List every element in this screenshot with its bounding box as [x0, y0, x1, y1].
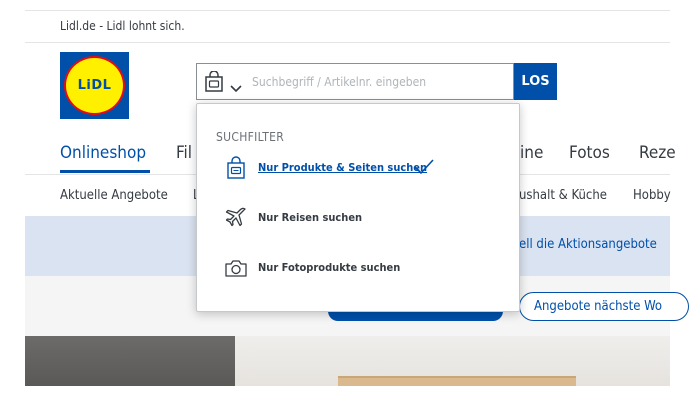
checkmark-icon	[414, 159, 434, 175]
filter-option-products[interactable]: Nur Produkte & Seiten suchen	[224, 156, 504, 182]
subnav-item-hobby[interactable]: Hobby	[633, 188, 671, 203]
subnav-item-haushalt-kueche[interactable]: ushalt & Küche	[519, 188, 607, 203]
header-tagline: Lidl.de - Lidl lohnt sich.	[60, 19, 185, 33]
nav-item-rezepte[interactable]: Reze	[639, 143, 676, 163]
camera-icon	[224, 256, 248, 280]
nav-item-online[interactable]: ine	[520, 143, 543, 163]
nav-item-onlineshop[interactable]: Onlineshop	[60, 143, 146, 163]
dropdown-title: SUCHFILTER	[216, 130, 285, 144]
shopping-bag-icon	[224, 156, 248, 180]
teaser-image-shelf	[338, 376, 576, 386]
filter-option-label: Nur Fotoprodukte suchen	[258, 261, 401, 274]
logo-text: LiDL	[77, 78, 112, 93]
search-bar	[196, 63, 514, 100]
lidl-logo[interactable]: LiDL	[60, 52, 129, 119]
filter-option-label: Nur Reisen suchen	[258, 211, 363, 224]
filter-option-travel[interactable]: Nur Reisen suchen	[224, 206, 504, 232]
top-divider	[25, 10, 670, 11]
nav-item-fotos[interactable]: Fotos	[569, 143, 610, 163]
search-filter-dropdown: SUCHFILTER Nur Produkte & Seiten suchen …	[196, 103, 520, 312]
search-submit-button[interactable]: LOS	[514, 63, 557, 100]
promo-banner-text[interactable]: ell die Aktionsangebote	[519, 237, 657, 252]
search-filter-bag-icon[interactable]	[204, 70, 224, 93]
nav-active-indicator	[60, 170, 150, 173]
airplane-icon	[224, 206, 248, 230]
search-input[interactable]	[252, 72, 502, 92]
nav-item-filialen[interactable]: Fil	[176, 143, 192, 163]
subnav-item-aktuelle-angebote[interactable]: Aktuelle Angebote	[60, 188, 168, 203]
chevron-down-icon[interactable]	[230, 78, 242, 93]
header-divider	[25, 42, 670, 43]
filter-option-label: Nur Produkte & Seiten suchen	[258, 161, 428, 174]
next-week-offers-button[interactable]: Angebote nächste Wo	[519, 292, 689, 321]
teaser-image-left[interactable]	[25, 336, 235, 386]
filter-option-photos[interactable]: Nur Fotoprodukte suchen	[224, 256, 504, 282]
